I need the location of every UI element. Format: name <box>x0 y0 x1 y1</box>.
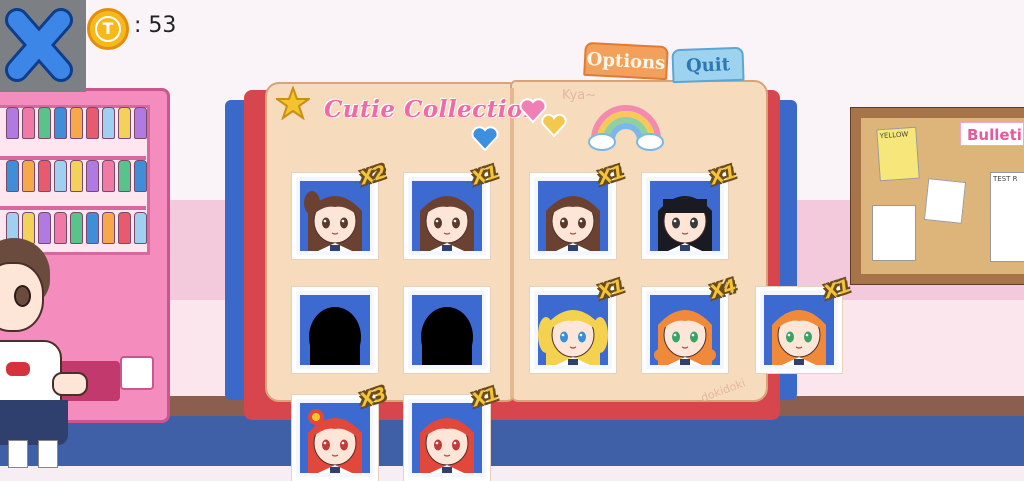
girl-skirt <box>0 400 68 445</box>
rainbow-icon <box>588 105 664 151</box>
bottle <box>102 107 115 139</box>
bulletin-note: YELLOW <box>876 126 920 182</box>
bottle <box>86 160 99 192</box>
bottle <box>86 212 99 244</box>
card-background <box>300 403 370 473</box>
bottle <box>6 160 19 192</box>
girl-leg <box>38 440 58 468</box>
character-card[interactable]: X3 <box>292 383 389 481</box>
character-silhouette <box>421 307 473 365</box>
star-icon <box>276 86 310 120</box>
card-background <box>764 295 834 365</box>
book-spine <box>510 88 514 398</box>
bulletin-label: Bulletin <box>960 122 1024 146</box>
girl-arm <box>52 372 88 396</box>
card-background <box>300 181 370 251</box>
bottle <box>70 160 83 192</box>
bottle <box>6 107 19 139</box>
character-card[interactable]: X1 <box>756 275 853 373</box>
character-portrait <box>304 191 362 251</box>
character-portrait <box>654 310 716 365</box>
character-portrait <box>420 196 474 251</box>
coin-icon: T <box>87 8 129 50</box>
character-card[interactable]: X2 <box>292 161 389 259</box>
character-portrait <box>538 310 608 365</box>
options-tab[interactable]: Options <box>583 41 669 81</box>
card-background <box>650 181 720 251</box>
girl-leg <box>8 440 28 468</box>
bottle <box>70 107 83 139</box>
bulletin-test: TEST R <box>990 172 1024 262</box>
bottle <box>70 212 83 244</box>
quit-tab[interactable]: Quit <box>671 46 745 84</box>
card-background <box>412 403 482 473</box>
bottle <box>22 107 35 139</box>
bottle <box>102 212 115 244</box>
bottle <box>54 107 67 139</box>
character-card[interactable]: X1 <box>404 161 501 259</box>
bottle <box>134 212 147 244</box>
bottle <box>54 160 67 192</box>
locked-character-card[interactable] <box>292 287 378 373</box>
bottle <box>118 160 131 192</box>
card-background <box>538 181 608 251</box>
yellow-heart-icon <box>541 113 567 138</box>
card-background <box>300 295 370 365</box>
vending-shelf <box>0 206 146 210</box>
bulletin-calendar <box>872 205 916 261</box>
bottle <box>54 212 67 244</box>
coin-count: : 53 <box>134 13 177 38</box>
bottle <box>118 107 131 139</box>
locked-character-card[interactable] <box>404 287 490 373</box>
card-background <box>412 181 482 251</box>
card-background <box>650 295 720 365</box>
character-card[interactable]: X1 <box>404 383 501 481</box>
bottle <box>38 160 51 192</box>
girl-bow <box>6 362 30 376</box>
coin-symbol: T <box>95 16 121 42</box>
bottle <box>86 107 99 139</box>
bottle <box>38 107 51 139</box>
character-portrait <box>546 196 600 251</box>
floor <box>0 416 1024 466</box>
character-card[interactable]: X1 <box>530 161 627 259</box>
girl-eye <box>14 285 31 307</box>
card-background <box>412 295 482 365</box>
character-card[interactable]: X1 <box>642 161 739 259</box>
bottle <box>118 212 131 244</box>
close-x-icon[interactable] <box>3 6 75 84</box>
character-portrait <box>308 409 362 473</box>
bottle <box>102 160 115 192</box>
character-portrait <box>658 196 712 251</box>
character-portrait <box>420 418 474 473</box>
bottle <box>134 160 147 192</box>
bottle <box>134 107 147 139</box>
card-background <box>538 295 608 365</box>
character-silhouette <box>309 307 361 365</box>
vending-slot <box>120 356 154 390</box>
scribble-text: Kya~ <box>562 88 597 103</box>
character-card[interactable]: X4 <box>642 275 739 373</box>
bottle <box>22 160 35 192</box>
character-portrait <box>772 310 826 365</box>
collection-title: Cutie Collection <box>324 96 541 123</box>
bottle <box>38 212 51 244</box>
blue-heart-icon <box>471 126 499 152</box>
bulletin-note <box>923 178 967 224</box>
character-card[interactable]: X1 <box>530 275 627 373</box>
